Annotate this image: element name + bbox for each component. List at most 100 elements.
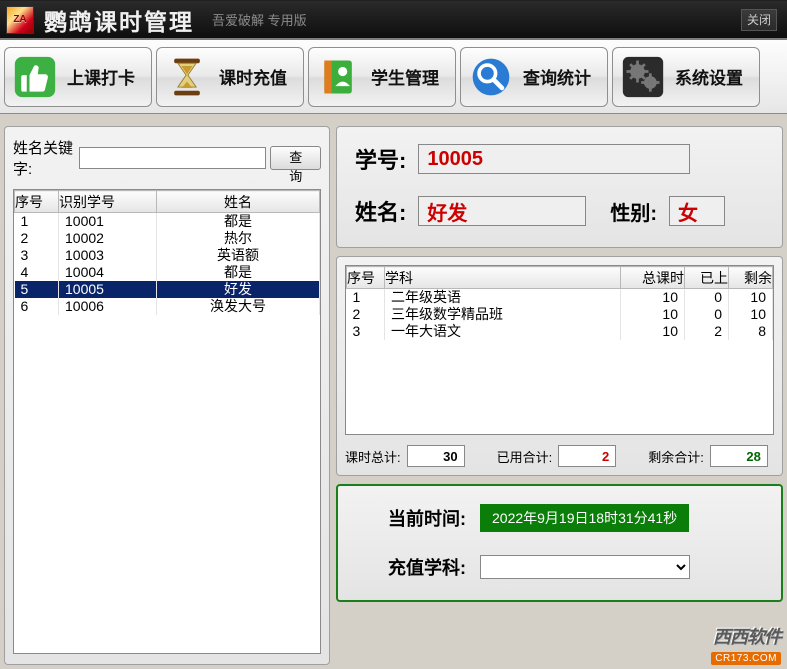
total-lessons-value: 30 — [407, 445, 465, 467]
ccol-remain[interactable]: 剩余 — [729, 267, 773, 289]
system-settings-label: 系统设置 — [675, 64, 743, 89]
id-label: 学号: — [355, 143, 406, 175]
table-row[interactable]: 310003英语额 — [15, 247, 320, 264]
topup-button[interactable]: 课时充值 — [156, 47, 304, 107]
ccell-subject: 三年级数学精品班 — [385, 306, 621, 323]
close-button[interactable]: 关闭 — [741, 9, 777, 31]
table-row[interactable]: 110001都是 — [15, 213, 320, 231]
remain-lessons-value: 28 — [710, 445, 768, 467]
cell-seq: 6 — [15, 298, 59, 315]
ccell-remain: 10 — [729, 306, 773, 323]
ccell-remain: 8 — [729, 323, 773, 340]
ccol-done[interactable]: 已上 — [685, 267, 729, 289]
table-row[interactable]: 3一年大语文1028 — [347, 323, 773, 340]
app-subtitle: 吾爱破解 专用版 — [212, 10, 307, 29]
ccell-subject: 一年大语文 — [385, 323, 621, 340]
ccell-seq: 1 — [347, 289, 385, 307]
ccell-done: 0 — [685, 306, 729, 323]
ccell-subject: 二年级英语 — [385, 289, 621, 307]
ccell-seq: 2 — [347, 306, 385, 323]
app-title: 鹦鹉课时管理 — [44, 3, 194, 37]
ccell-total: 10 — [621, 289, 685, 307]
cell-sid: 10004 — [59, 264, 157, 281]
gears-icon — [621, 55, 665, 99]
current-time-label: 当前时间: — [388, 505, 466, 531]
recharge-frame: 当前时间: 2022年9月19日18时31分41秒 充值学科: — [336, 484, 783, 602]
cell-name: 都是 — [157, 213, 320, 231]
cell-seq: 1 — [15, 213, 59, 231]
hourglass-icon — [165, 55, 209, 99]
magnifier-icon — [469, 55, 513, 99]
ccell-remain: 10 — [729, 289, 773, 307]
done-lessons-label: 已用合计: — [497, 447, 553, 466]
cell-sid: 10005 — [59, 281, 157, 298]
detail-panel: 学号: 10005 姓名: 好发 性别: 女 序号 学科 总课时 — [336, 126, 783, 665]
ccell-total: 10 — [621, 306, 685, 323]
topup-label: 课时充值 — [219, 64, 287, 89]
table-row[interactable]: 1二年级英语10010 — [347, 289, 773, 307]
student-list-panel: 姓名关键字: 查询 序号 识别学号 姓名 110001都是210002热尔310… — [4, 126, 330, 665]
table-row[interactable]: 2三年级数学精品班10010 — [347, 306, 773, 323]
recharge-subject-select[interactable] — [480, 555, 690, 579]
table-row[interactable]: 610006涣发大号 — [15, 298, 320, 315]
ccell-total: 10 — [621, 323, 685, 340]
query-stats-button[interactable]: 查询统计 — [460, 47, 608, 107]
search-label: 姓名关键字: — [13, 137, 75, 179]
col-name[interactable]: 姓名 — [157, 191, 320, 213]
student-list[interactable]: 序号 识别学号 姓名 110001都是210002热尔310003英语额4100… — [13, 189, 321, 654]
ccol-seq[interactable]: 序号 — [347, 267, 385, 289]
body-area: 姓名关键字: 查询 序号 识别学号 姓名 110001都是210002热尔310… — [0, 116, 787, 669]
cell-name: 英语额 — [157, 247, 320, 264]
col-sid[interactable]: 识别学号 — [59, 191, 157, 213]
cell-sid: 10003 — [59, 247, 157, 264]
search-row: 姓名关键字: 查询 — [13, 137, 321, 179]
recharge-subject-label: 充值学科: — [388, 554, 466, 580]
main-toolbar: 上课打卡 课时充值 学生管理 — [0, 40, 787, 114]
ccell-done: 2 — [685, 323, 729, 340]
cell-sid: 10006 — [59, 298, 157, 315]
cell-seq: 2 — [15, 230, 59, 247]
search-input[interactable] — [79, 147, 266, 169]
total-lessons-label: 课时总计: — [345, 447, 401, 466]
table-row[interactable]: 410004都是 — [15, 264, 320, 281]
ccol-subject[interactable]: 学科 — [385, 267, 621, 289]
cell-name: 都是 — [157, 264, 320, 281]
cell-sid: 10002 — [59, 230, 157, 247]
addressbook-icon — [317, 55, 361, 99]
course-list[interactable]: 序号 学科 总课时 已上 剩余 1二年级英语100102三年级数学精品班1001… — [345, 265, 774, 435]
ccell-done: 0 — [685, 289, 729, 307]
student-info-frame: 学号: 10005 姓名: 好发 性别: 女 — [336, 126, 783, 248]
name-field: 好发 — [418, 196, 586, 226]
totals-row: 课时总计: 30 已用合计: 2 剩余合计: 28 — [345, 445, 774, 467]
remain-lessons-label: 剩余合计: — [648, 447, 704, 466]
checkin-button[interactable]: 上课打卡 — [4, 47, 152, 107]
current-time-value: 2022年9月19日18时31分41秒 — [480, 504, 689, 532]
cell-seq: 3 — [15, 247, 59, 264]
system-settings-button[interactable]: 系统设置 — [612, 47, 760, 107]
ccell-seq: 3 — [347, 323, 385, 340]
cell-name: 热尔 — [157, 230, 320, 247]
done-lessons-value: 2 — [558, 445, 616, 467]
cell-seq: 4 — [15, 264, 59, 281]
cell-name: 涣发大号 — [157, 298, 320, 315]
table-row[interactable]: 510005好发 — [15, 281, 320, 298]
student-mgmt-button[interactable]: 学生管理 — [308, 47, 456, 107]
query-stats-label: 查询统计 — [523, 64, 591, 89]
ccol-total[interactable]: 总课时 — [621, 267, 685, 289]
course-frame: 序号 学科 总课时 已上 剩余 1二年级英语100102三年级数学精品班1001… — [336, 256, 783, 476]
search-button[interactable]: 查询 — [270, 146, 321, 170]
checkin-label: 上课打卡 — [67, 64, 135, 89]
thumbs-up-icon — [13, 55, 57, 99]
name-label: 姓名: — [355, 195, 406, 227]
title-bar: ZA 鹦鹉课时管理 吾爱破解 专用版 关闭 — [0, 0, 787, 40]
col-seq[interactable]: 序号 — [15, 191, 59, 213]
app-logo-icon: ZA — [6, 6, 34, 34]
cell-name: 好发 — [157, 281, 320, 298]
cell-seq: 5 — [15, 281, 59, 298]
id-field: 10005 — [418, 144, 690, 174]
sex-label: 性别: — [610, 197, 657, 226]
table-row[interactable]: 210002热尔 — [15, 230, 320, 247]
sex-field: 女 — [669, 196, 725, 226]
student-mgmt-label: 学生管理 — [371, 64, 439, 89]
cell-sid: 10001 — [59, 213, 157, 231]
